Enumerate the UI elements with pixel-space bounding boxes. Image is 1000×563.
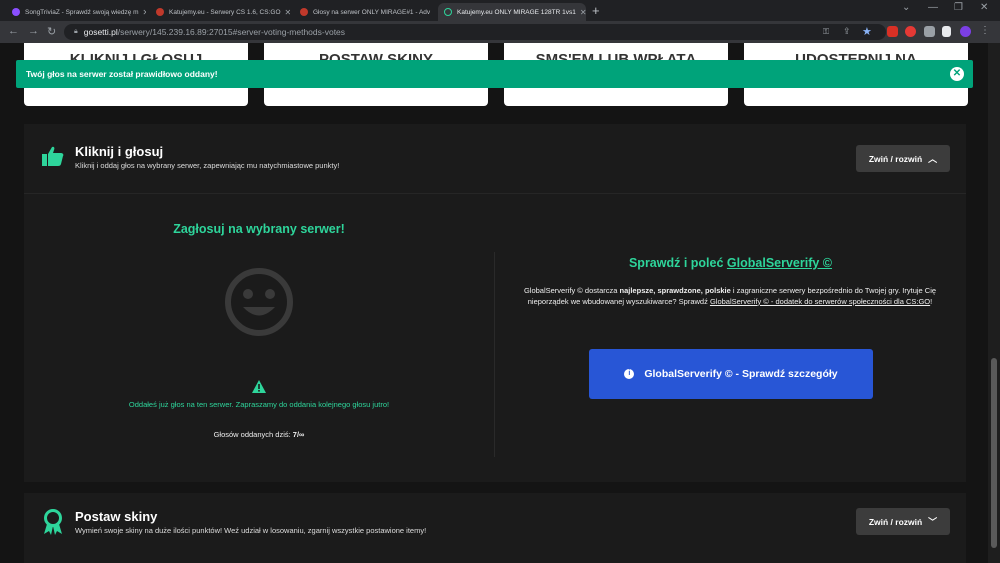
count-value: 7/∞ bbox=[292, 430, 305, 439]
browser-tab-3[interactable]: Głosy na serwer ONLY MIRAGE#1 - Adv ✕ bbox=[294, 3, 434, 21]
award-ribbon-icon bbox=[43, 509, 63, 541]
panel-subtitle: Kliknij i oddaj głos na wybrany serwer, … bbox=[75, 161, 340, 170]
tab-favicon-icon bbox=[156, 8, 164, 16]
tab-title: Głosy na serwer ONLY MIRAGE#1 - Adv bbox=[313, 8, 431, 16]
extensions-puzzle-icon[interactable] bbox=[924, 26, 935, 37]
panel-subtitle: Wymień swoje skiny na duże ilości punktó… bbox=[75, 526, 427, 535]
back-icon[interactable]: ← bbox=[8, 25, 19, 37]
tab-title: SongTriviaZ - Sprawdź swoją wiedzę m bbox=[25, 8, 139, 16]
extension-tp-icon[interactable] bbox=[887, 26, 898, 37]
promo-heading: Sprawdź i poleć GlobalServerify © bbox=[495, 256, 966, 270]
promo-description: GlobalServerify © dostarcza najlepsze, s… bbox=[515, 286, 945, 307]
divider bbox=[24, 193, 966, 194]
skins-panel-header: Postaw skiny Wymień swoje skiny na duże … bbox=[24, 493, 966, 563]
warning-icon bbox=[252, 380, 266, 393]
maximize-icon[interactable]: ❐ bbox=[954, 2, 963, 13]
lock-icon: 🔒︎ bbox=[74, 28, 78, 35]
vote-panel: Kliknij i głosuj Kliknij i oddaj głos na… bbox=[24, 124, 966, 482]
column-divider bbox=[494, 252, 495, 457]
tab-favicon-icon bbox=[300, 8, 308, 16]
close-icon[interactable]: ✕ bbox=[950, 67, 964, 81]
skins-panel: Postaw skiny Wymień swoje skiny na duże … bbox=[24, 493, 966, 563]
button-label: GlobalServerify © - Sprawdź szczegóły bbox=[644, 368, 838, 380]
address-bar-row: ← → ↻ 🔒︎ gosetti.pl/serwery/145.239.16.8… bbox=[0, 21, 1000, 43]
url-path: /serwery/145.239.16.89:27015#server-voti… bbox=[117, 27, 346, 37]
collapse-toggle-button[interactable]: Zwiń / rozwiń ﹀ bbox=[856, 508, 950, 535]
profile-avatar-icon[interactable] bbox=[960, 26, 971, 37]
votes-today-count: Głosów oddanych dziś: 7/∞ bbox=[24, 430, 494, 439]
panel-title: Postaw skiny bbox=[75, 509, 158, 524]
share-icon[interactable]: ⇪ bbox=[843, 26, 851, 37]
count-label: Głosów oddanych dziś: bbox=[213, 430, 291, 439]
tab-title: Katujemy.eu ONLY MIRAGE 128TR 1vs1 bbox=[457, 8, 576, 16]
browser-tab-1[interactable]: SongTriviaZ - Sprawdź swoją wiedzę m ✕ bbox=[6, 3, 146, 21]
page-viewport: KLIKNIJ I GŁOSUJ POSTAW SKINY SMS'EM LUB… bbox=[0, 43, 988, 563]
vote-heading: Zagłosuj na wybrany serwer! bbox=[173, 222, 345, 236]
promo-desc-link[interactable]: GlobalServerify © - dodatek do serwerów … bbox=[710, 297, 930, 306]
smiley-icon bbox=[225, 268, 293, 336]
browser-tab-active[interactable]: Katujemy.eu ONLY MIRAGE 128TR 1vs1 ✕ bbox=[438, 3, 586, 21]
bookmark-star-icon[interactable]: ★ bbox=[862, 25, 872, 38]
toggle-label: Zwiń / rozwiń bbox=[868, 516, 923, 527]
url-input[interactable]: 🔒︎ gosetti.pl/serwery/145.239.16.89:2701… bbox=[64, 24, 886, 40]
page-scrollbar[interactable] bbox=[988, 43, 1000, 563]
key-icon[interactable]: ⚿ bbox=[823, 27, 829, 37]
extension-shield-icon[interactable] bbox=[905, 26, 916, 37]
close-tab-icon[interactable]: ✕ bbox=[139, 8, 146, 17]
info-icon: i bbox=[624, 369, 635, 379]
chevron-up-icon: ︿ bbox=[928, 154, 938, 164]
url-host: gosetti.pl bbox=[83, 27, 118, 37]
browser-tab-2[interactable]: Katujemy.eu - Serwery CS 1.6, CS:GO ✕ bbox=[150, 3, 290, 21]
close-tab-icon[interactable]: ✕ bbox=[281, 8, 291, 17]
new-tab-icon[interactable]: + bbox=[592, 3, 600, 18]
close-tab-icon[interactable]: ✕ bbox=[430, 8, 434, 17]
collapse-toggle-button[interactable]: Zwiń / rozwiń ︿ bbox=[856, 145, 950, 172]
minimize-icon[interactable]: — bbox=[928, 2, 938, 13]
toast-message: Twój głos na serwer został prawidłowo od… bbox=[26, 69, 218, 79]
globalserverify-button[interactable]: i GlobalServerify © - Sprawdź szczegóły bbox=[589, 349, 873, 399]
promo-desc-bold: najlepsze, sprawdzone, polskie bbox=[619, 286, 731, 295]
promo-desc-text: ! bbox=[930, 296, 933, 306]
side-panel-icon[interactable] bbox=[942, 26, 951, 37]
tab-title: Katujemy.eu - Serwery CS 1.6, CS:GO bbox=[169, 8, 281, 16]
forward-icon[interactable]: → bbox=[28, 25, 39, 37]
browser-tab-strip: SongTriviaZ - Sprawdź swoją wiedzę m ✕ K… bbox=[0, 0, 1000, 21]
tab-favicon-icon bbox=[12, 8, 20, 16]
already-voted-message: Oddałeś już głos na ten serwer. Zaprasza… bbox=[128, 400, 390, 409]
vote-panel-header: Kliknij i głosuj Kliknij i oddaj głos na… bbox=[24, 124, 966, 194]
promo-link[interactable]: GlobalServerify © bbox=[727, 256, 832, 270]
chevron-down-icon: ﹀ bbox=[928, 517, 938, 527]
scrollbar-thumb[interactable] bbox=[991, 358, 997, 548]
window-close-icon[interactable]: ✕ bbox=[980, 2, 988, 13]
close-tab-icon[interactable]: ✕ bbox=[576, 8, 586, 17]
panel-title: Kliknij i głosuj bbox=[75, 144, 164, 159]
thumbs-up-icon bbox=[42, 146, 64, 172]
menu-kebab-icon[interactable]: ⋮ bbox=[980, 25, 990, 36]
reload-icon[interactable]: ↻ bbox=[47, 25, 56, 38]
success-toast: Twój głos na serwer został prawidłowo od… bbox=[16, 60, 973, 88]
tab-favicon-icon bbox=[444, 8, 452, 16]
promo-desc-text: GlobalServerify © dostarcza bbox=[523, 286, 620, 295]
toggle-label: Zwiń / rozwiń bbox=[868, 153, 923, 164]
tab-search-icon[interactable]: ⌄ bbox=[902, 2, 910, 13]
promo-prefix: Sprawdź i poleć bbox=[628, 256, 724, 270]
